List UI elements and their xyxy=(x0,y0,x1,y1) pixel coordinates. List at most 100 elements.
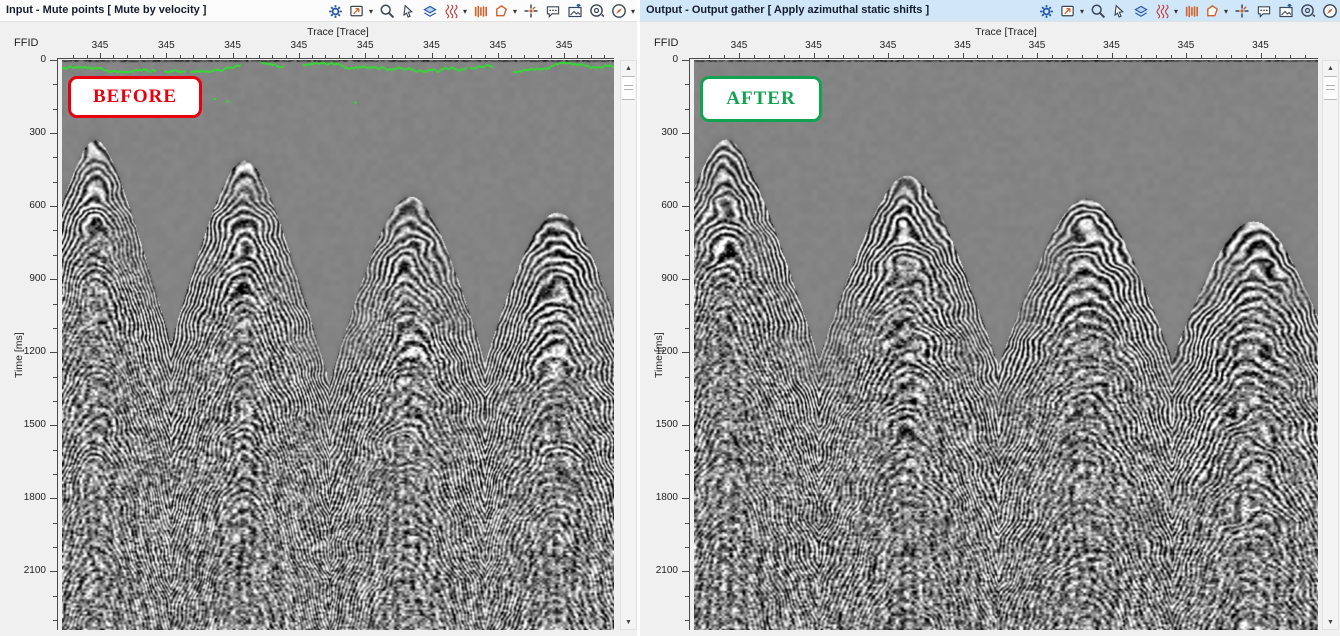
x-minor-tick xyxy=(471,55,472,58)
crosshair-icon[interactable] xyxy=(1234,3,1250,19)
x-tick-label: 345 xyxy=(1103,40,1120,51)
output-panel-titlebar[interactable]: Output - Output gather [ Apply azimuthal… xyxy=(640,0,1340,22)
y-minor-tick xyxy=(685,620,689,621)
x-minor-tick xyxy=(458,55,459,58)
comment-icon[interactable] xyxy=(1256,4,1272,19)
compass-icon[interactable] xyxy=(1322,3,1338,19)
seismic-image[interactable] xyxy=(62,60,614,630)
polygon-pick-icon[interactable] xyxy=(1205,4,1220,19)
y-axis-line xyxy=(57,58,58,630)
scrollbar-grip xyxy=(1326,89,1335,90)
y-minor-tick xyxy=(685,596,689,597)
fit-view-icon[interactable] xyxy=(349,4,365,19)
scroll-up-arrow-icon[interactable]: ▲ xyxy=(1323,61,1338,75)
compass-dropdown-icon[interactable]: ▾ xyxy=(631,7,635,16)
x-minor-tick xyxy=(828,55,829,58)
x-tick-label: 345 xyxy=(92,40,109,51)
y-minor-tick xyxy=(53,84,57,85)
y-major-tick xyxy=(50,279,57,280)
zoom-icon[interactable] xyxy=(1090,3,1106,19)
x-major-tick xyxy=(498,53,499,58)
x-tick-label: 345 xyxy=(158,40,175,51)
x-tick-label: 345 xyxy=(1029,40,1046,51)
output-panel-title: Output - Output gather [ Apply azimuthal… xyxy=(646,0,929,21)
x-minor-tick xyxy=(1126,55,1127,58)
export-image-icon[interactable] xyxy=(1278,3,1294,19)
x-minor-tick xyxy=(153,55,154,58)
x-tick-label: 345 xyxy=(731,40,748,51)
compass-icon[interactable] xyxy=(611,3,627,19)
pick-pointer-icon[interactable] xyxy=(1112,4,1127,19)
seismic-image[interactable] xyxy=(694,60,1318,630)
polygon-pick-icon[interactable] xyxy=(494,4,509,19)
wiggle-display-dropdown-icon[interactable]: ▾ xyxy=(1174,7,1178,16)
scrollbar-thumb[interactable] xyxy=(1324,76,1337,100)
crosshair-icon[interactable] xyxy=(523,3,539,19)
polygon-pick-dropdown-icon[interactable]: ▾ xyxy=(1224,7,1228,16)
scroll-down-arrow-icon[interactable]: ▼ xyxy=(621,615,636,629)
x-major-tick xyxy=(1186,53,1187,58)
gather-display-icon[interactable] xyxy=(1184,4,1199,19)
y-major-tick xyxy=(50,425,57,426)
scroll-up-arrow-icon[interactable]: ▲ xyxy=(621,61,636,75)
x-tick-label: 345 xyxy=(423,40,440,51)
y-minor-tick xyxy=(53,547,57,548)
x-minor-tick xyxy=(73,55,74,58)
x-minor-tick xyxy=(1082,55,1083,58)
fit-view-dropdown-icon[interactable]: ▾ xyxy=(1080,7,1084,16)
scrollbar-grip xyxy=(1326,85,1335,86)
wiggle-display-icon[interactable] xyxy=(444,3,459,19)
y-tick-label: 2100 xyxy=(640,565,678,576)
x-tick-label: 345 xyxy=(1252,40,1269,51)
x-minor-tick xyxy=(784,55,785,58)
polygon-pick-dropdown-icon[interactable]: ▾ xyxy=(513,7,517,16)
layers-icon[interactable] xyxy=(422,4,438,19)
scrollbar-grip xyxy=(624,85,633,86)
y-major-tick xyxy=(682,571,689,572)
y-tick-label: 600 xyxy=(0,200,46,211)
wiggle-display-dropdown-icon[interactable]: ▾ xyxy=(463,7,467,16)
x-tick-label: 345 xyxy=(291,40,308,51)
x-minor-tick xyxy=(754,55,755,58)
x-minor-tick xyxy=(339,55,340,58)
vertical-scrollbar[interactable]: ▲▼ xyxy=(620,60,637,630)
fit-view-icon[interactable] xyxy=(1060,4,1076,19)
fit-view-dropdown-icon[interactable]: ▾ xyxy=(369,7,373,16)
x-tick-label: 345 xyxy=(224,40,241,51)
x-minor-tick xyxy=(1246,55,1247,58)
wiggle-display-icon[interactable] xyxy=(1155,3,1170,19)
zoom-region-icon[interactable] xyxy=(1300,3,1316,19)
input-panel-title: Input - Mute points [ Mute by velocity ] xyxy=(6,0,206,21)
input-panel-titlebar[interactable]: Input - Mute points [ Mute by velocity ]… xyxy=(0,0,637,22)
export-image-icon[interactable] xyxy=(567,3,583,19)
zoom-icon[interactable] xyxy=(379,3,395,19)
x-minor-tick xyxy=(903,55,904,58)
comment-icon[interactable] xyxy=(545,4,561,19)
gather-display-icon[interactable] xyxy=(473,4,488,19)
pick-pointer-icon[interactable] xyxy=(401,4,416,19)
layers-icon[interactable] xyxy=(1133,4,1149,19)
y-major-tick xyxy=(682,425,689,426)
x-minor-tick xyxy=(1022,55,1023,58)
x-minor-tick xyxy=(843,55,844,58)
y-major-tick xyxy=(50,60,57,61)
settings-gear-icon[interactable] xyxy=(328,4,343,19)
x-axis-line xyxy=(689,58,1318,59)
x-minor-tick xyxy=(858,55,859,58)
x-minor-tick xyxy=(577,55,578,58)
y-tick-label: 1200 xyxy=(0,346,46,357)
x-minor-tick xyxy=(485,55,486,58)
y-tick-label: 1800 xyxy=(640,492,678,503)
zoom-region-icon[interactable] xyxy=(589,3,605,19)
x-minor-tick xyxy=(392,55,393,58)
x-minor-tick xyxy=(1275,55,1276,58)
x-minor-tick xyxy=(604,55,605,58)
x-minor-tick xyxy=(918,55,919,58)
settings-gear-icon[interactable] xyxy=(1039,4,1054,19)
vertical-scrollbar[interactable]: ▲▼ xyxy=(1322,60,1339,630)
scrollbar-thumb[interactable] xyxy=(622,76,635,100)
scroll-down-arrow-icon[interactable]: ▼ xyxy=(1323,615,1338,629)
x-minor-tick xyxy=(1171,55,1172,58)
y-tick-label: 600 xyxy=(640,200,678,211)
x-tick-label: 345 xyxy=(805,40,822,51)
